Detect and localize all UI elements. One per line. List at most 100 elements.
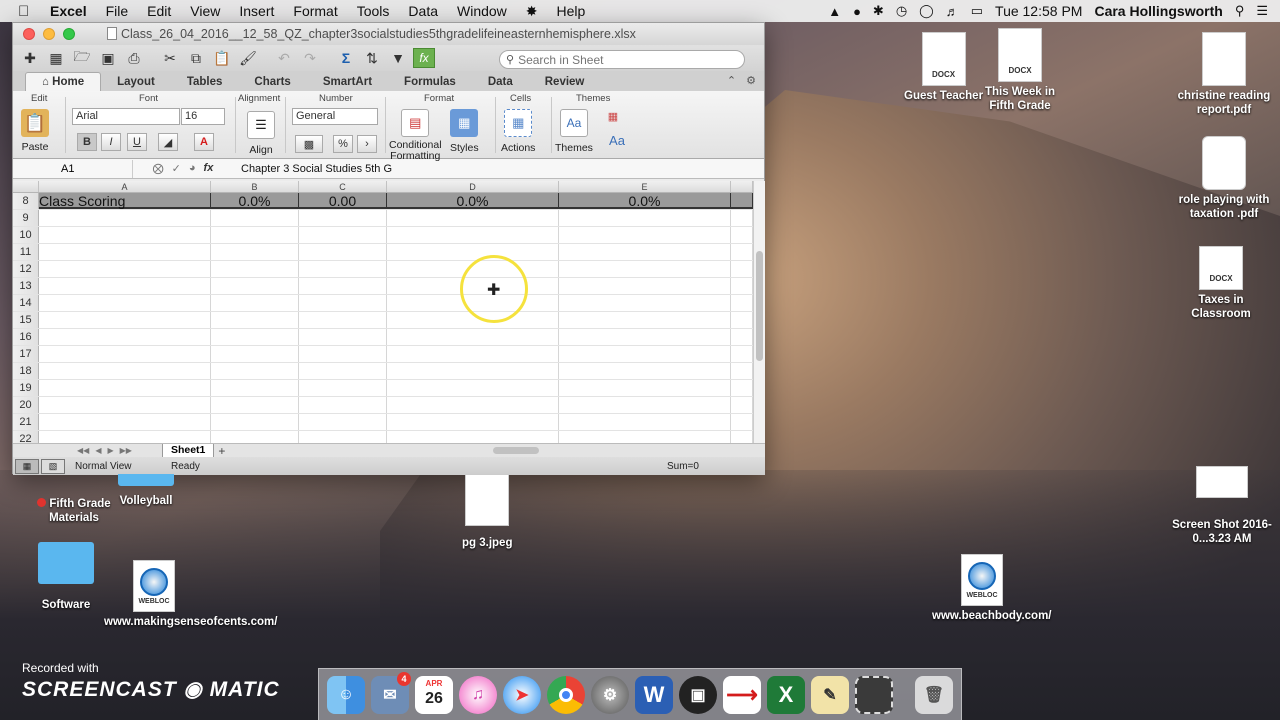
cell[interactable] — [387, 380, 559, 396]
formula-input[interactable]: Chapter 3 Social Studies 5th G — [233, 163, 392, 175]
clock-icon[interactable]: ◷ — [896, 3, 907, 19]
cell[interactable] — [731, 261, 753, 277]
system-preferences-icon[interactable]: ⚙ — [591, 675, 629, 714]
cell[interactable] — [387, 329, 559, 345]
row-header[interactable]: 11 — [13, 244, 39, 260]
comma-style-button[interactable]: › — [357, 135, 377, 153]
cell[interactable] — [39, 244, 211, 260]
vertical-scroll-thumb[interactable] — [756, 251, 763, 361]
cell[interactable] — [299, 380, 387, 396]
menu-data[interactable]: Data — [408, 3, 438, 19]
cell[interactable] — [559, 261, 731, 277]
cell-c8[interactable]: 0.00 — [299, 193, 387, 209]
cell[interactable] — [387, 346, 559, 362]
tab-layout[interactable]: Layout — [101, 73, 171, 91]
finder-icon[interactable]: ☺ — [327, 675, 365, 714]
column-header-f[interactable] — [731, 181, 753, 192]
font-size-select[interactable]: 16 — [181, 108, 225, 125]
cell[interactable] — [387, 244, 559, 260]
menu-edit[interactable]: Edit — [147, 3, 171, 19]
cell-e8[interactable]: 0.0% — [559, 193, 731, 209]
itunes-icon[interactable]: ♫ — [459, 675, 497, 714]
cell[interactable] — [211, 312, 299, 328]
cell[interactable] — [731, 227, 753, 243]
accept-entry-icon[interactable]: ✓ — [172, 162, 181, 175]
clear-icon[interactable]: ◕ — [189, 162, 196, 175]
cell[interactable] — [211, 397, 299, 413]
desktop-icon-taxes[interactable]: DOCX Taxes in Classroom — [1176, 246, 1266, 321]
cell[interactable] — [39, 329, 211, 345]
cell[interactable] — [559, 295, 731, 311]
underline-button[interactable]: U — [127, 133, 147, 151]
cell[interactable] — [39, 380, 211, 396]
menu-format[interactable]: Format — [293, 3, 337, 19]
cell[interactable] — [387, 397, 559, 413]
desktop-icon-screen-shot[interactable]: Screen Shot 2016-0...3.23 AM — [1170, 466, 1274, 546]
apple-menu-icon[interactable]:  — [18, 3, 36, 20]
collapse-ribbon-icon[interactable]: ⌃ — [727, 74, 736, 87]
column-header-d[interactable]: D — [387, 181, 559, 192]
cell[interactable] — [299, 227, 387, 243]
redo-icon[interactable]: ↷ — [299, 48, 321, 68]
cell[interactable] — [39, 278, 211, 294]
desktop-icon-this-week[interactable]: DOCX This Week in Fifth Grade — [980, 28, 1060, 113]
screenshot-icon[interactable] — [855, 675, 893, 714]
filter-icon[interactable]: ▼ — [387, 48, 409, 68]
paste-icon[interactable]: 📋 — [211, 48, 233, 68]
cell[interactable] — [211, 261, 299, 277]
row-header[interactable]: 14 — [13, 295, 39, 311]
actions-button[interactable]: ▦ Actions — [501, 109, 535, 154]
trash-icon[interactable]: 🗑 — [915, 675, 953, 714]
row-header[interactable]: 17 — [13, 346, 39, 362]
desktop-icon-christine-report[interactable]: christine reading report.pdf — [1172, 32, 1276, 117]
open-icon[interactable]: 🗁 — [71, 48, 93, 68]
cell[interactable] — [731, 295, 753, 311]
acrobat-icon[interactable]: ⟶ — [723, 675, 761, 714]
script-menu-icon[interactable]: ✸ — [526, 3, 538, 20]
column-header-e[interactable]: E — [559, 181, 731, 192]
excel-icon[interactable]: X — [767, 675, 805, 714]
cell[interactable] — [731, 414, 753, 430]
desktop-icon-beachbody[interactable]: WEBLOC www.beachbody.com/ — [932, 554, 1052, 623]
spotlight-icon[interactable]: ⚲ — [1235, 3, 1245, 19]
cell[interactable] — [731, 380, 753, 396]
row-header[interactable]: 8 — [13, 193, 39, 209]
last-sheet-icon[interactable]: ▶▶ — [120, 446, 132, 455]
tab-tables[interactable]: Tables — [171, 73, 239, 91]
cell[interactable] — [211, 295, 299, 311]
safari-icon[interactable]: ➤ — [503, 675, 541, 714]
paste-button[interactable]: 📋 Paste — [21, 109, 49, 153]
styles-button[interactable]: ▦ Styles — [450, 109, 479, 154]
cell[interactable] — [299, 397, 387, 413]
percent-style-button[interactable]: % — [333, 135, 353, 153]
cell[interactable] — [39, 346, 211, 362]
battery-icon[interactable]: ▭ — [971, 3, 983, 19]
autosum-icon[interactable]: Σ — [335, 48, 357, 68]
menu-help[interactable]: Help — [557, 3, 586, 19]
column-header-c[interactable]: C — [299, 181, 387, 192]
menu-tools[interactable]: Tools — [357, 3, 390, 19]
word-icon[interactable]: W — [635, 675, 673, 714]
bold-button[interactable]: B — [77, 133, 97, 151]
cell[interactable] — [299, 278, 387, 294]
insert-function-button[interactable]: fx — [204, 162, 214, 175]
first-sheet-icon[interactable]: ◀◀ — [77, 446, 89, 455]
prev-sheet-icon[interactable]: ◀ — [95, 446, 101, 455]
cell[interactable] — [299, 431, 387, 443]
menu-view[interactable]: View — [190, 3, 220, 19]
cell[interactable] — [299, 261, 387, 277]
desktop-icon-role-playing[interactable]: role playing with taxation .pdf — [1172, 136, 1276, 221]
drive-icon[interactable]: ▲ — [828, 4, 841, 19]
sort-icon[interactable]: ⇅ — [361, 48, 383, 68]
screencast-icon[interactable]: ● — [853, 4, 861, 19]
bluetooth-icon[interactable]: ✱ — [873, 3, 884, 19]
italic-button[interactable]: I — [101, 133, 121, 151]
theme-fonts-button[interactable]: Aa — [603, 131, 631, 149]
desktop-icon-fifth-grade-materials[interactable]: Fifth Grade Materials — [24, 494, 124, 525]
row-header[interactable]: 13 — [13, 278, 39, 294]
cell[interactable] — [39, 397, 211, 413]
row-header[interactable]: 9 — [13, 210, 39, 226]
volume-icon[interactable]: ♬ — [946, 4, 959, 19]
tab-home[interactable]: ⌂ Home — [25, 72, 102, 91]
cancel-entry-icon[interactable]: ⨂ — [153, 162, 164, 175]
